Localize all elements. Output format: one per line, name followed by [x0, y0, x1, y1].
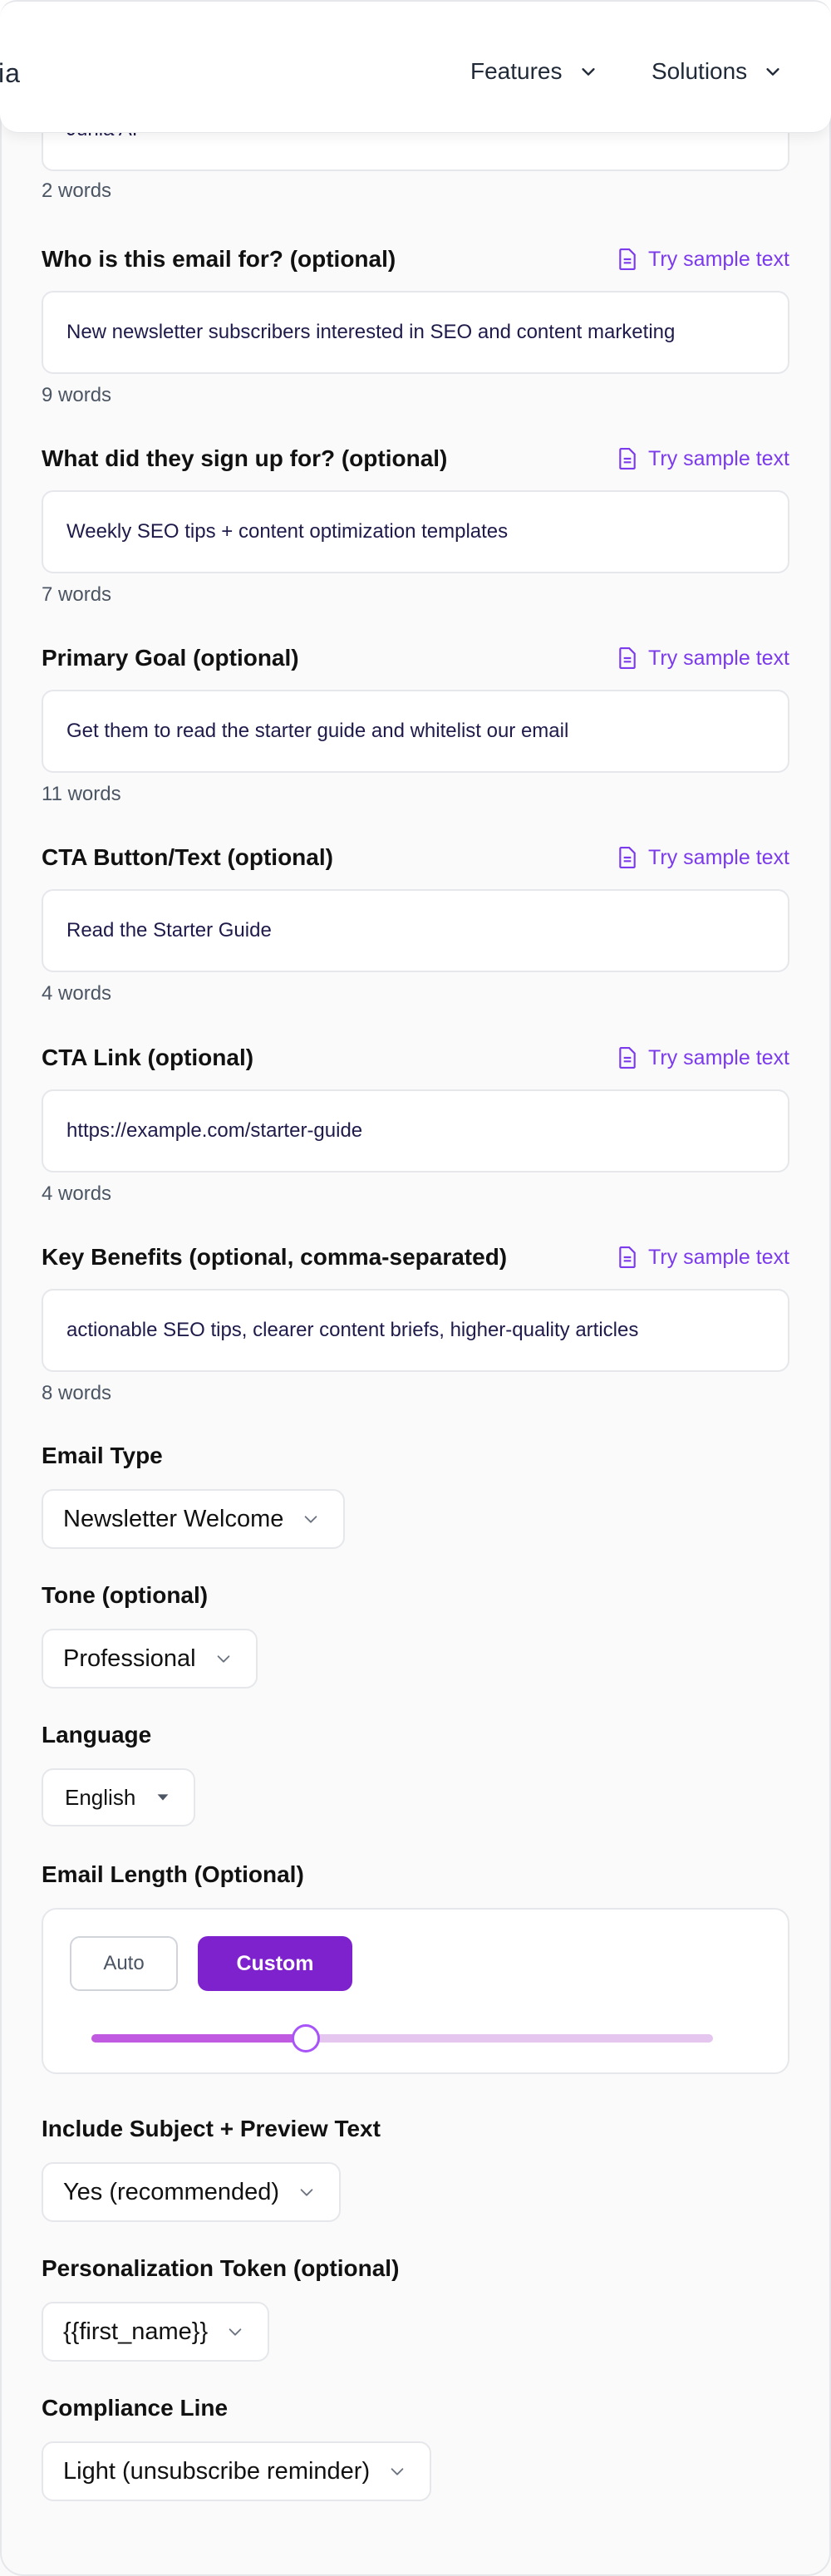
audience-input[interactable]: New newsletter subscribers interested in… [42, 291, 789, 374]
brand-logo-text[interactable]: ia [0, 58, 21, 89]
try-sample-text-link[interactable]: Try sample text [618, 646, 789, 671]
field-signup: What did they sign up for? (optional) Tr… [42, 442, 789, 607]
email-length-card: Auto Custom [42, 1908, 789, 2074]
auto-length-button[interactable]: Auto [70, 1936, 178, 1991]
try-sample-text-link[interactable]: Try sample text [618, 846, 789, 870]
field-cta-link: CTA Link (optional) Try sample text http… [42, 1041, 789, 1206]
compliance-label: Compliance Line [42, 2395, 229, 2421]
field-label: Primary Goal (optional) [42, 645, 299, 671]
field-cta-text: CTA Button/Text (optional) Try sample te… [42, 841, 789, 1005]
email-type-section: Email Type Newsletter Welcome [42, 1443, 789, 1549]
nav-features-label: Features [470, 58, 563, 84]
document-icon [619, 448, 636, 469]
personalization-section: Personalization Token (optional) {{first… [42, 2255, 789, 2362]
try-sample-text-link[interactable]: Try sample text [618, 1046, 789, 1070]
nav-features[interactable]: Features [470, 58, 597, 85]
subject-preview-label: Include Subject + Preview Text [42, 2116, 381, 2141]
field-primary-goal: Primary Goal (optional) Try sample text … [42, 642, 789, 806]
chevron-down-icon [300, 2189, 313, 2196]
length-slider-fill [91, 2034, 307, 2043]
key-benefits-input[interactable]: actionable SEO tips, clearer content bri… [42, 1289, 789, 1372]
caret-down-icon [157, 1794, 169, 1801]
tone-label: Tone (optional) [42, 1582, 209, 1608]
length-slider-track[interactable] [91, 2024, 713, 2052]
language-section: Language English [42, 1722, 789, 1826]
personalization-select[interactable]: {{first_name}} [42, 2302, 270, 2362]
language-label: Language [42, 1722, 152, 1748]
email-length-label: Email Length (Optional) [42, 1861, 304, 1887]
field-label: Key Benefits (optional, comma-separated) [42, 1244, 508, 1270]
nav-solutions-label: Solutions [652, 58, 748, 84]
email-type-label: Email Type [42, 1443, 163, 1468]
primary-goal-input[interactable]: Get them to read the starter guide and w… [42, 690, 789, 773]
document-icon [619, 1246, 636, 1268]
field-audience: Who is this email for? (optional) Try sa… [42, 243, 789, 407]
cta-text-input[interactable]: Read the Starter Guide [42, 889, 789, 972]
word-count: 11 words [42, 783, 121, 805]
language-select[interactable]: English [42, 1768, 196, 1826]
custom-length-button[interactable]: Custom [198, 1936, 352, 1991]
subject-preview-section: Include Subject + Preview Text Yes (reco… [42, 2116, 789, 2222]
word-count: 4 words [42, 1182, 112, 1205]
word-count: 2 words [42, 179, 112, 202]
chevron-down-icon [581, 68, 595, 76]
top-nav-bar: ia Features Solutions [0, 0, 831, 133]
email-type-select[interactable]: Newsletter Welcome [42, 1489, 346, 1549]
compliance-section: Compliance Line Light (unsubscribe remin… [42, 2395, 789, 2501]
signup-input[interactable]: Weekly SEO tips + content optimization t… [42, 490, 789, 573]
word-count: 8 words [42, 1382, 112, 1404]
document-icon [619, 1047, 636, 1069]
field-label: What did they sign up for? (optional) [42, 445, 448, 471]
try-sample-text-link[interactable]: Try sample text [618, 447, 789, 471]
document-icon [619, 847, 636, 868]
chevron-down-icon [229, 2328, 242, 2336]
chevron-down-icon [391, 2468, 404, 2475]
field-label: CTA Link (optional) [42, 1045, 254, 1070]
nav-solutions[interactable]: Solutions [652, 58, 782, 85]
subject-preview-select[interactable]: Yes (recommended) [42, 2162, 342, 2222]
compliance-select[interactable]: Light (unsubscribe reminder) [42, 2441, 432, 2501]
document-icon [619, 647, 636, 669]
email-length-section: Email Length (Optional) Auto Custom [42, 1861, 789, 2074]
length-slider-thumb[interactable] [292, 2024, 321, 2052]
document-icon [619, 248, 636, 270]
chevron-down-icon [766, 68, 779, 76]
field-label: Who is this email for? (optional) [42, 246, 396, 272]
tone-select[interactable]: Professional [42, 1629, 258, 1689]
chevron-down-icon [217, 1655, 229, 1663]
cta-link-input[interactable]: https://example.com/starter-guide [42, 1089, 789, 1172]
word-count: 7 words [42, 583, 112, 606]
word-count: 9 words [42, 384, 112, 406]
personalization-label: Personalization Token (optional) [42, 2255, 400, 2281]
chevron-down-icon [305, 1516, 317, 1523]
try-sample-text-link[interactable]: Try sample text [618, 1246, 789, 1270]
try-sample-text-link[interactable]: Try sample text [618, 248, 789, 272]
field-key-benefits: Key Benefits (optional, comma-separated)… [42, 1241, 789, 1405]
tone-section: Tone (optional) Professional [42, 1582, 789, 1689]
field-label: CTA Button/Text (optional) [42, 844, 333, 870]
word-count: 4 words [42, 982, 112, 1005]
